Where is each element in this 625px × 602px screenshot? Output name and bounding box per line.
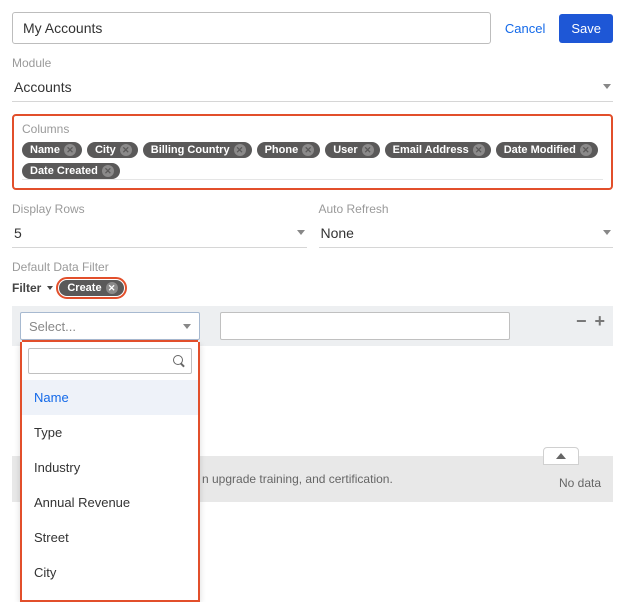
expand-up-button[interactable] <box>543 447 579 465</box>
auto-refresh-select[interactable]: None <box>319 218 614 248</box>
chevron-down-icon <box>603 230 611 235</box>
columns-label: Columns <box>22 122 603 136</box>
column-pill[interactable]: Date Created ✕ <box>22 163 120 179</box>
criteria-field-option[interactable]: City <box>22 555 198 590</box>
chevron-up-icon <box>556 453 566 459</box>
column-pill[interactable]: City ✕ <box>87 142 138 158</box>
filter-create-chip[interactable]: Create ✕ <box>59 280 123 296</box>
criteria-field-option[interactable]: Street <box>22 520 198 555</box>
close-icon[interactable]: ✕ <box>106 282 118 294</box>
default-filter-heading: Default Data Filter <box>12 260 613 274</box>
close-icon[interactable]: ✕ <box>234 144 246 156</box>
module-value: Accounts <box>14 79 72 95</box>
criteria-field-option[interactable]: Annual Revenue <box>22 485 198 520</box>
criteria-field-dropdown: NameTypeIndustryAnnual RevenueStreetCity… <box>20 342 200 602</box>
column-pill-label: Phone <box>265 144 299 156</box>
chevron-down-icon <box>47 286 53 290</box>
criteria-field-option[interactable]: Industry <box>22 450 198 485</box>
close-icon[interactable]: ✕ <box>580 144 592 156</box>
close-icon[interactable]: ✕ <box>473 144 485 156</box>
chevron-down-icon <box>297 230 305 235</box>
column-pill-label: Name <box>30 144 60 156</box>
column-pill[interactable]: Email Address ✕ <box>385 142 491 158</box>
column-pill-label: User <box>333 144 357 156</box>
column-pill-label: Email Address <box>393 144 469 156</box>
close-icon[interactable]: ✕ <box>102 165 114 177</box>
auto-refresh-value: None <box>321 225 354 241</box>
criteria-value-input[interactable] <box>220 312 510 340</box>
criteria-field-option[interactable]: Name <box>22 380 198 415</box>
remove-criteria-button[interactable]: − <box>576 312 587 330</box>
columns-pills[interactable]: Name✕City✕Billing Country✕Phone✕User✕Ema… <box>22 138 603 180</box>
chevron-down-icon <box>183 324 191 329</box>
module-select[interactable]: Accounts <box>12 72 613 102</box>
footer-text: n upgrade training, and certification. <box>202 472 393 486</box>
module-label: Module <box>12 56 613 70</box>
close-icon[interactable]: ✕ <box>64 144 76 156</box>
column-pill[interactable]: User ✕ <box>325 142 379 158</box>
criteria-field-select[interactable]: Select... <box>20 312 200 340</box>
close-icon[interactable]: ✕ <box>362 144 374 156</box>
criteria-field-option[interactable]: Type <box>22 415 198 450</box>
chevron-down-icon <box>603 84 611 89</box>
auto-refresh-label: Auto Refresh <box>319 202 614 216</box>
column-pill[interactable]: Date Modified ✕ <box>496 142 598 158</box>
filter-create-chip-label: Create <box>67 282 101 294</box>
columns-section: Columns Name✕City✕Billing Country✕Phone✕… <box>12 114 613 190</box>
save-button[interactable]: Save <box>559 14 613 43</box>
close-icon[interactable]: ✕ <box>302 144 314 156</box>
close-icon[interactable]: ✕ <box>120 144 132 156</box>
filter-menu-label[interactable]: Filter <box>12 281 41 295</box>
column-pill[interactable]: Phone✕ <box>257 142 321 158</box>
display-rows-label: Display Rows <box>12 202 307 216</box>
column-pill-label: Date Modified <box>504 144 576 156</box>
column-pill-label: City <box>95 144 116 156</box>
criteria-field-placeholder: Select... <box>29 319 76 334</box>
no-data-label: No data <box>559 476 601 490</box>
column-pill-label: Billing Country <box>151 144 230 156</box>
cancel-button[interactable]: Cancel <box>499 21 551 36</box>
column-pill[interactable]: Billing Country ✕ <box>143 142 252 158</box>
dashlet-title-input[interactable] <box>12 12 491 44</box>
search-icon <box>173 355 185 367</box>
add-criteria-button[interactable]: + <box>594 312 605 330</box>
column-pill-label: Date Created <box>30 165 98 177</box>
display-rows-value: 5 <box>14 225 22 241</box>
column-pill[interactable]: Name ✕ <box>22 142 82 158</box>
display-rows-select[interactable]: 5 <box>12 218 307 248</box>
criteria-field-option[interactable]: State <box>22 590 198 600</box>
criteria-field-search-input[interactable] <box>35 353 173 370</box>
